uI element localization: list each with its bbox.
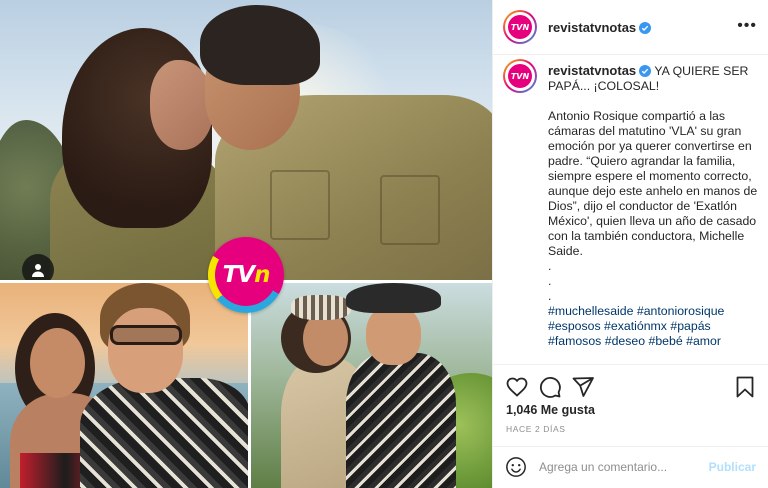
bookmark-icon[interactable] (733, 375, 757, 399)
caption-hashtags[interactable]: #muchellesaide #antoniorosique #esposos … (548, 304, 760, 349)
user-tag-icon[interactable] (22, 254, 54, 280)
avatar-logo-text: TVN (510, 71, 530, 81)
heart-icon[interactable] (505, 375, 529, 399)
woman-face (150, 60, 214, 150)
verified-badge-icon (639, 22, 652, 34)
sunglasses (110, 325, 182, 345)
caption-dot: . (548, 259, 552, 273)
likes-count[interactable]: 1,046 Me gusta (506, 403, 595, 417)
man-patterned-jacket (346, 353, 456, 488)
man-hat (346, 283, 441, 313)
man-patterned-shirt (80, 378, 248, 488)
tvn-logo-text: TVn (222, 262, 271, 288)
comment-input[interactable] (539, 457, 699, 477)
header-username-row: revistatvnotas (548, 19, 652, 37)
woman-headscarf (291, 295, 351, 320)
man-hair (200, 5, 320, 85)
verified-badge-icon (639, 65, 652, 77)
shirt-pocket (380, 175, 440, 245)
shirt-pocket (270, 170, 330, 240)
post-caption: revistatvnotas YA QUIERE SER PAPÁ... ¡CO… (548, 63, 760, 349)
post-actions: 1,046 Me gusta HACE 2 DÍAS (493, 364, 768, 446)
post-media[interactable]: TVn (0, 0, 492, 488)
photo-couple-garden (251, 283, 492, 488)
caption-username-link[interactable]: revistatvnotas (548, 63, 636, 78)
post-timestamp[interactable]: HACE 2 DÍAS (506, 424, 566, 434)
man-face (108, 308, 183, 393)
caption-body: Antonio Rosique compartió a las cámaras … (548, 109, 758, 258)
emoji-smile-icon[interactable] (505, 456, 527, 478)
add-comment-bar: Publicar (493, 446, 768, 488)
caption-dot: . (548, 289, 552, 303)
caption-dot: . (548, 274, 552, 288)
more-options-icon[interactable]: ••• (737, 17, 757, 35)
post-comment-button[interactable]: Publicar (709, 460, 756, 474)
comment-bubble-icon[interactable] (538, 375, 562, 399)
post-header: TVN revistatvnotas ••• (493, 0, 768, 55)
caption-area: TVN revistatvnotas YA QUIERE SER PAPÁ...… (493, 56, 768, 364)
avatar[interactable]: TVN (503, 10, 537, 44)
avatar[interactable]: TVN (503, 59, 537, 93)
tvn-logo: TVn (208, 237, 284, 313)
man-face (366, 305, 421, 365)
post-side-panel: TVN revistatvnotas ••• TVN revistatvnota… (492, 0, 768, 488)
avatar-logo-text: TVN (510, 22, 530, 32)
username-link[interactable]: revistatvnotas (548, 20, 636, 35)
woman-face (30, 328, 85, 398)
photo-couple-beach (0, 283, 248, 488)
paper-plane-icon[interactable] (571, 375, 595, 399)
